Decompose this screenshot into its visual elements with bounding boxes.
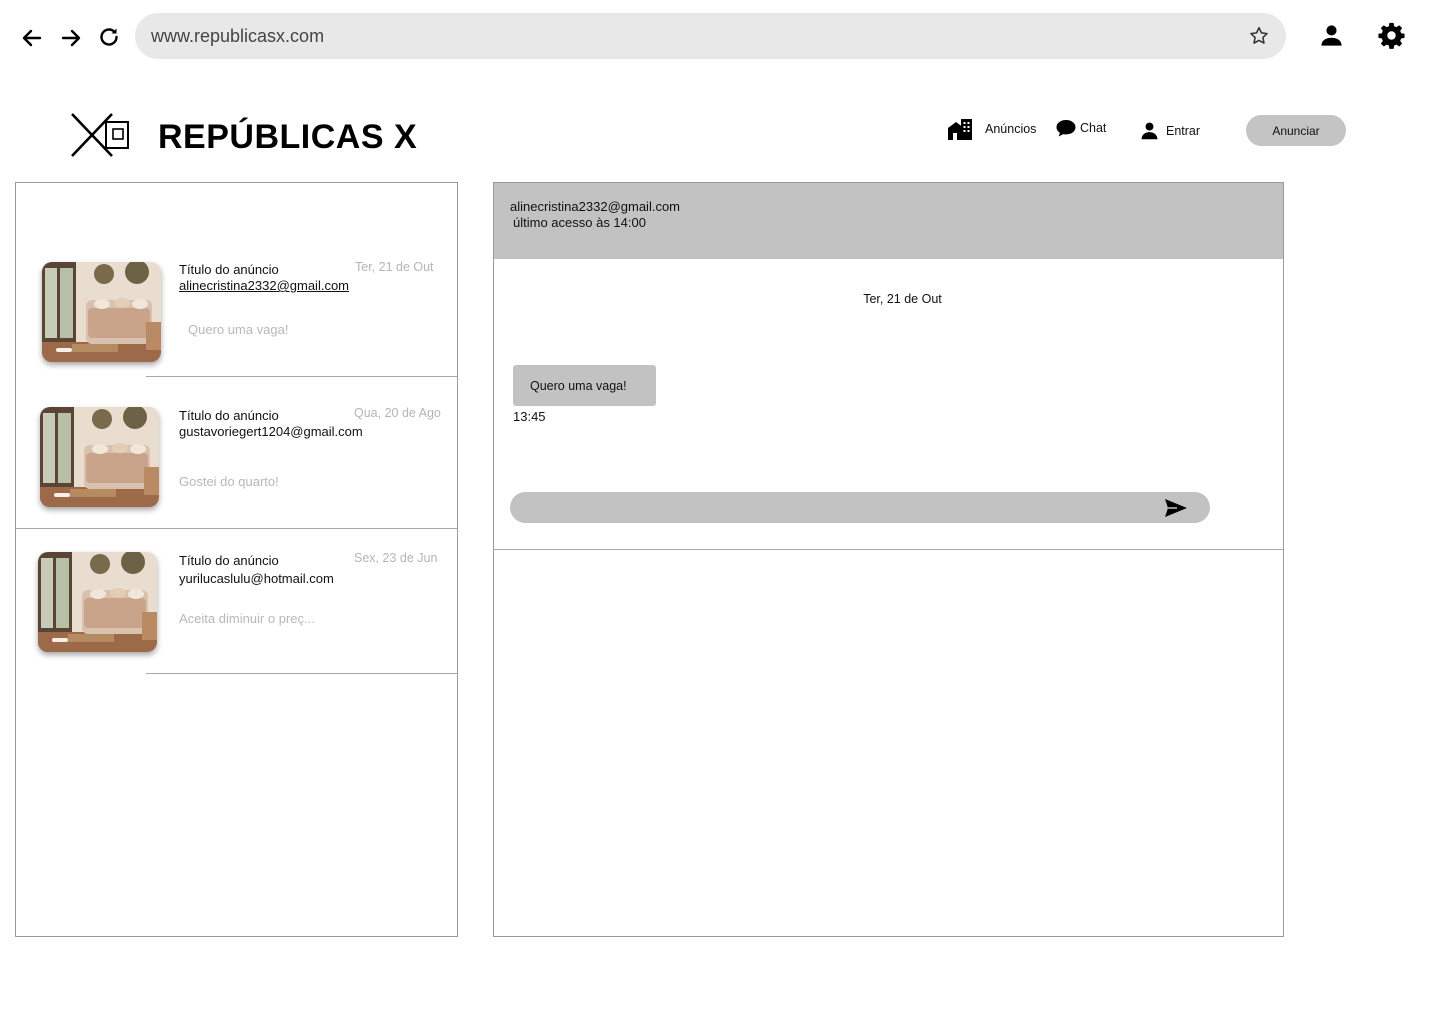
profile-icon[interactable]: [1318, 22, 1345, 49]
list-divider: [146, 673, 457, 674]
nav-anuncios-label: Anúncios: [985, 122, 1037, 136]
buildings-icon: [947, 118, 973, 140]
send-icon[interactable]: [1164, 498, 1188, 518]
bedroom-photo: [38, 552, 157, 652]
bedroom-photo: [40, 407, 159, 507]
listing-title: Título do anúncio: [179, 408, 279, 423]
nav-chat-label: Chat: [1080, 121, 1107, 135]
conversation-item[interactable]: Título do anúncio gustavoriegert1204@gma…: [16, 379, 457, 527]
user-icon: [1140, 121, 1159, 140]
gear-icon[interactable]: [1377, 21, 1406, 50]
listing-thumbnail: [40, 407, 159, 507]
star-icon[interactable]: [1248, 25, 1270, 47]
conversation-item[interactable]: Título do anúncio yurilucaslulu@hotmail.…: [16, 529, 457, 673]
contact-email[interactable]: gustavoriegert1204@gmail.com: [179, 424, 363, 439]
conversation-list: Título do anúncio alinecristina2332@gmai…: [15, 182, 458, 937]
chat-panel: alinecristina2332@gmail.com último acess…: [493, 182, 1284, 937]
republicas-x-logo[interactable]: [68, 112, 132, 158]
conversation-item[interactable]: Título do anúncio alinecristina2332@gmai…: [16, 183, 457, 378]
message-date: Ter, 21 de Out: [355, 260, 434, 274]
message-bubble: Quero uma vaga!: [513, 365, 656, 406]
nav-entrar-label: Entrar: [1166, 123, 1201, 138]
message-date: Qua, 20 de Ago: [354, 406, 441, 420]
listing-thumbnail: [38, 552, 157, 652]
message-time: 13:45: [513, 409, 546, 424]
chat-contact-email: alinecristina2332@gmail.com: [510, 199, 680, 214]
listing-thumbnail: [42, 262, 161, 362]
contact-email[interactable]: alinecristina2332@gmail.com: [179, 278, 349, 293]
forward-arrow-icon[interactable]: [59, 26, 83, 50]
nav-entrar[interactable]: Entrar: [1140, 121, 1200, 140]
chat-bubble-icon: [1055, 118, 1077, 138]
reload-icon[interactable]: [97, 25, 121, 49]
anunciar-button[interactable]: Anunciar: [1246, 115, 1346, 146]
message-preview: Quero uma vaga!: [188, 322, 289, 337]
chat-divider: [494, 549, 1283, 550]
brand-name[interactable]: REPÚBLICAS X: [158, 118, 417, 157]
back-arrow-icon[interactable]: [20, 26, 44, 50]
url-text[interactable]: www.republicasx.com: [151, 26, 324, 47]
contact-email[interactable]: yurilucaslulu@hotmail.com: [179, 571, 334, 586]
last-seen-status: último acesso às 14:00: [513, 215, 646, 230]
message-preview: Gostei do quarto!: [179, 474, 279, 489]
list-divider: [146, 376, 457, 377]
listing-title: Título do anúncio: [179, 262, 279, 277]
chat-header: alinecristina2332@gmail.com último acess…: [494, 183, 1283, 259]
nav-chat[interactable]: Chat: [1055, 118, 1106, 138]
message-date: Sex, 23 de Jun: [354, 551, 438, 565]
nav-anuncios[interactable]: Anúncios: [947, 118, 1036, 140]
address-bar[interactable]: www.republicasx.com: [135, 13, 1286, 59]
message-preview: Aceita diminuir o preç...: [179, 611, 315, 626]
listing-title: Título do anúncio: [179, 553, 279, 568]
message-input[interactable]: [510, 492, 1210, 523]
chat-day-separator: Ter, 21 de Out: [863, 292, 942, 306]
bedroom-photo: [42, 262, 161, 362]
